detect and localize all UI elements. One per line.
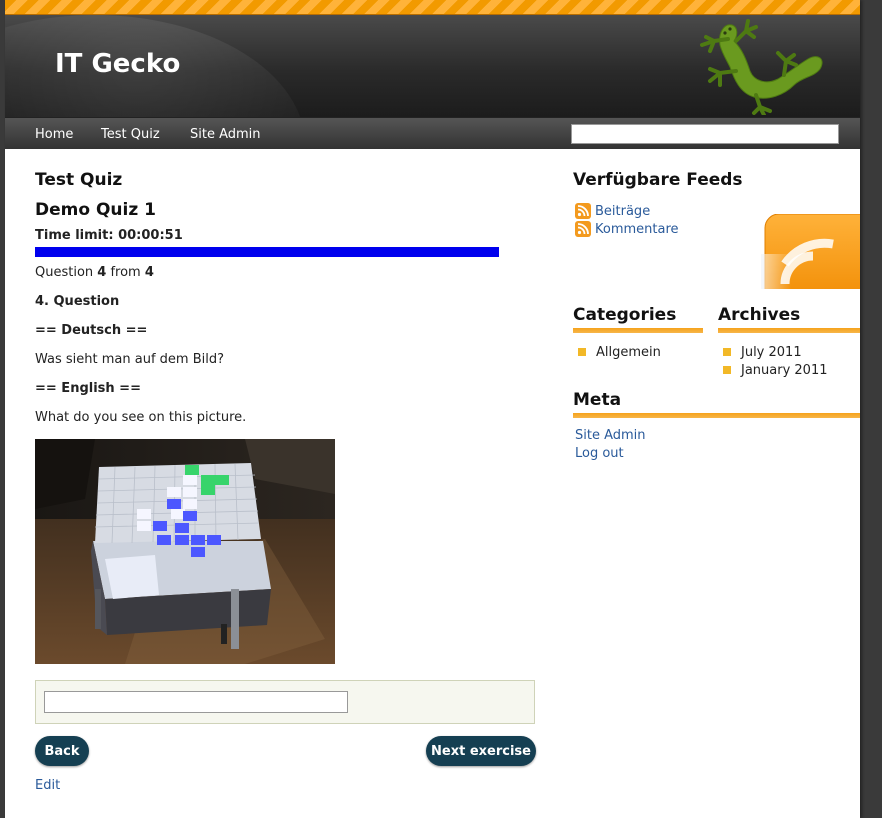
- bullet-icon: [723, 366, 731, 374]
- progress-bar-fill: [35, 247, 499, 257]
- english-question-text: What do you see on this picture.: [35, 410, 247, 425]
- rss-large-icon: [761, 214, 860, 289]
- question-total: 4: [144, 265, 154, 280]
- answer-box: [35, 680, 535, 724]
- sidebar: Verfügbare Feeds Beiträge Kommentare Cat…: [573, 170, 860, 490]
- archive-label[interactable]: July 2011: [741, 345, 802, 360]
- meta-link-site-admin[interactable]: Site Admin: [575, 428, 860, 446]
- archive-label[interactable]: January 2011: [741, 363, 828, 378]
- feeds-list: Beiträge Kommentare: [573, 202, 679, 238]
- categories-widget: Categories Allgemein: [573, 305, 703, 361]
- quiz-image: [35, 439, 335, 664]
- quiz-title: Demo Quiz 1: [35, 200, 156, 220]
- nav-item-site-admin[interactable]: Site Admin: [190, 127, 261, 142]
- nav-item-home[interactable]: Home: [35, 127, 73, 142]
- category-item[interactable]: Allgemein: [578, 343, 703, 361]
- bullet-icon: [578, 348, 586, 356]
- page-wrapper: IT Gecko Home Test Quiz Site Admin Test …: [5, 0, 860, 818]
- english-heading: == English ==: [35, 381, 141, 396]
- time-limit: Time limit: 00:00:51: [35, 228, 183, 243]
- question-counter-mid: from: [106, 265, 145, 280]
- archives-underline: [718, 328, 860, 333]
- rss-icon: [575, 203, 591, 219]
- bullet-icon: [723, 348, 731, 356]
- edit-link[interactable]: Edit: [35, 778, 60, 793]
- question-counter-prefix: Question: [35, 265, 98, 280]
- archive-item[interactable]: July 2011: [723, 343, 860, 361]
- site-title[interactable]: IT Gecko: [55, 49, 180, 79]
- top-stripe: [5, 0, 860, 15]
- page-title: Test Quiz: [35, 170, 123, 190]
- feed-item-label[interactable]: Beiträge: [595, 204, 650, 219]
- feed-item-posts[interactable]: Beiträge: [575, 202, 679, 220]
- rss-icon: [575, 221, 591, 237]
- feed-item-comments[interactable]: Kommentare: [575, 220, 679, 238]
- german-question-text: Was sieht man auf dem Bild?: [35, 352, 225, 367]
- archive-item[interactable]: January 2011: [723, 361, 860, 379]
- meta-widget: Meta Site Admin Log out: [573, 390, 860, 464]
- progress-bar: [35, 247, 499, 257]
- category-label[interactable]: Allgemein: [596, 345, 661, 360]
- feed-item-label[interactable]: Kommentare: [595, 222, 679, 237]
- meta-link-log-out[interactable]: Log out: [575, 446, 860, 464]
- main-content: Test Quiz Demo Quiz 1 Time limit: 00:00:…: [35, 170, 545, 793]
- archives-heading: Archives: [718, 305, 801, 325]
- next-exercise-button[interactable]: Next exercise: [426, 736, 536, 766]
- archives-widget: Archives July 2011 January 2011: [718, 305, 860, 379]
- question-current: 4: [97, 265, 107, 280]
- site-header: IT Gecko: [5, 15, 860, 117]
- categories-heading: Categories: [573, 305, 677, 325]
- meta-underline: [573, 413, 860, 418]
- categories-underline: [573, 328, 703, 333]
- question-heading: 4. Question: [35, 294, 120, 309]
- german-heading: == Deutsch ==: [35, 323, 148, 338]
- nav-item-test-quiz[interactable]: Test Quiz: [101, 127, 160, 156]
- feeds-heading: Verfügbare Feeds: [573, 170, 743, 190]
- main-navigation: Home Test Quiz Site Admin: [5, 117, 860, 156]
- gecko-logo-icon: [700, 19, 823, 115]
- answer-input[interactable]: [44, 691, 348, 713]
- back-button[interactable]: Back: [35, 736, 89, 766]
- meta-heading: Meta: [573, 390, 622, 410]
- search-input[interactable]: [571, 124, 839, 144]
- question-counter: Question 4 from 4: [35, 265, 545, 280]
